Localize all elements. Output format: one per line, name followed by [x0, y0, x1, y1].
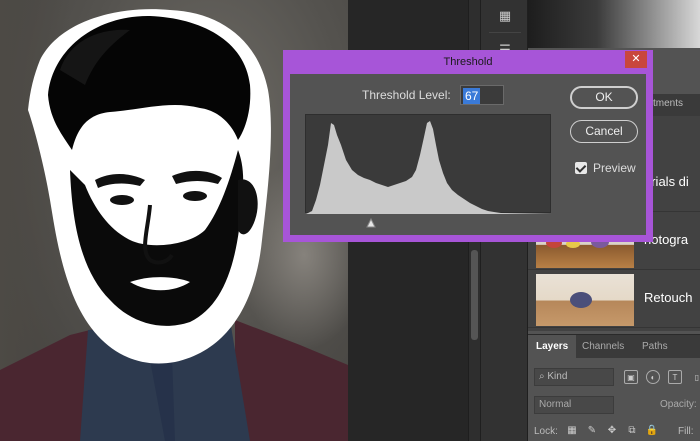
tab-channels[interactable]: Channels	[574, 335, 632, 359]
blend-mode-select[interactable]: Normal	[534, 396, 614, 414]
preview-checkbox[interactable]: Preview	[575, 161, 636, 175]
fill-label: Fill:	[678, 426, 694, 437]
color-gradient[interactable]	[528, 0, 700, 48]
checkbox-checked-icon[interactable]	[575, 162, 587, 174]
threshold-level-label: Threshold Level:	[362, 88, 451, 102]
lock-all-icon[interactable]: 🔒	[646, 424, 658, 436]
filter-adjustment-icon[interactable]: ◐	[646, 370, 660, 384]
lock-label: Lock:	[534, 426, 558, 437]
threshold-slider[interactable]	[305, 216, 551, 228]
tab-adjustments[interactable]: stments	[648, 98, 683, 109]
opacity-label: Opacity:	[660, 399, 697, 410]
filter-kind-value: Kind	[547, 371, 568, 382]
library-thumbnail	[536, 274, 634, 326]
tab-paths[interactable]: Paths	[634, 335, 676, 359]
dialog-title: Threshold	[443, 56, 493, 68]
ok-button[interactable]: OK	[570, 86, 638, 109]
histogram[interactable]	[305, 114, 552, 214]
lock-move-icon[interactable]: ✥	[606, 424, 618, 436]
lock-paint-icon[interactable]: ✎	[586, 424, 598, 436]
filter-kind-select[interactable]: ⌕ Kind	[534, 368, 614, 386]
properties-icon[interactable]: ▦	[495, 6, 515, 26]
filter-shape-icon[interactable]: ▯	[690, 370, 700, 384]
histogram-graph	[306, 121, 552, 214]
scrollbar-thumb[interactable]	[471, 250, 478, 340]
close-icon[interactable]: ✕	[625, 51, 647, 68]
threshold-dialog: Threshold ✕ Threshold Level: 67 OK Cance…	[283, 50, 653, 242]
layers-tabbar: Layers Channels Paths	[528, 334, 700, 359]
tab-layers[interactable]: Layers	[528, 335, 577, 359]
slider-graph	[366, 217, 376, 228]
lock-transparent-icon[interactable]: ▦	[566, 424, 578, 436]
strip-divider	[489, 32, 521, 33]
library-item[interactable]: Retouch	[528, 270, 700, 328]
filter-pixel-icon[interactable]: ▣	[624, 370, 638, 384]
cancel-button[interactable]: Cancel	[570, 120, 638, 143]
library-item-title: Retouch	[644, 290, 693, 305]
dialog-body: Threshold Level: 67 OK Cancel Preview	[290, 74, 646, 235]
threshold-level-value: 67	[463, 88, 481, 104]
dialog-titlebar[interactable]: Threshold ✕	[283, 50, 653, 74]
lock-artboard-icon[interactable]: ⧉	[626, 424, 638, 436]
slider-handle-icon	[366, 217, 376, 228]
threshold-level-input[interactable]: 67	[460, 85, 504, 105]
layers-panel: ⌕ Kind ▣ ◐ T ▯ Normal Opacity: Lock: ▦ ✎…	[528, 358, 700, 441]
preview-label: Preview	[593, 161, 636, 175]
filter-type-icon[interactable]: T	[668, 370, 682, 384]
